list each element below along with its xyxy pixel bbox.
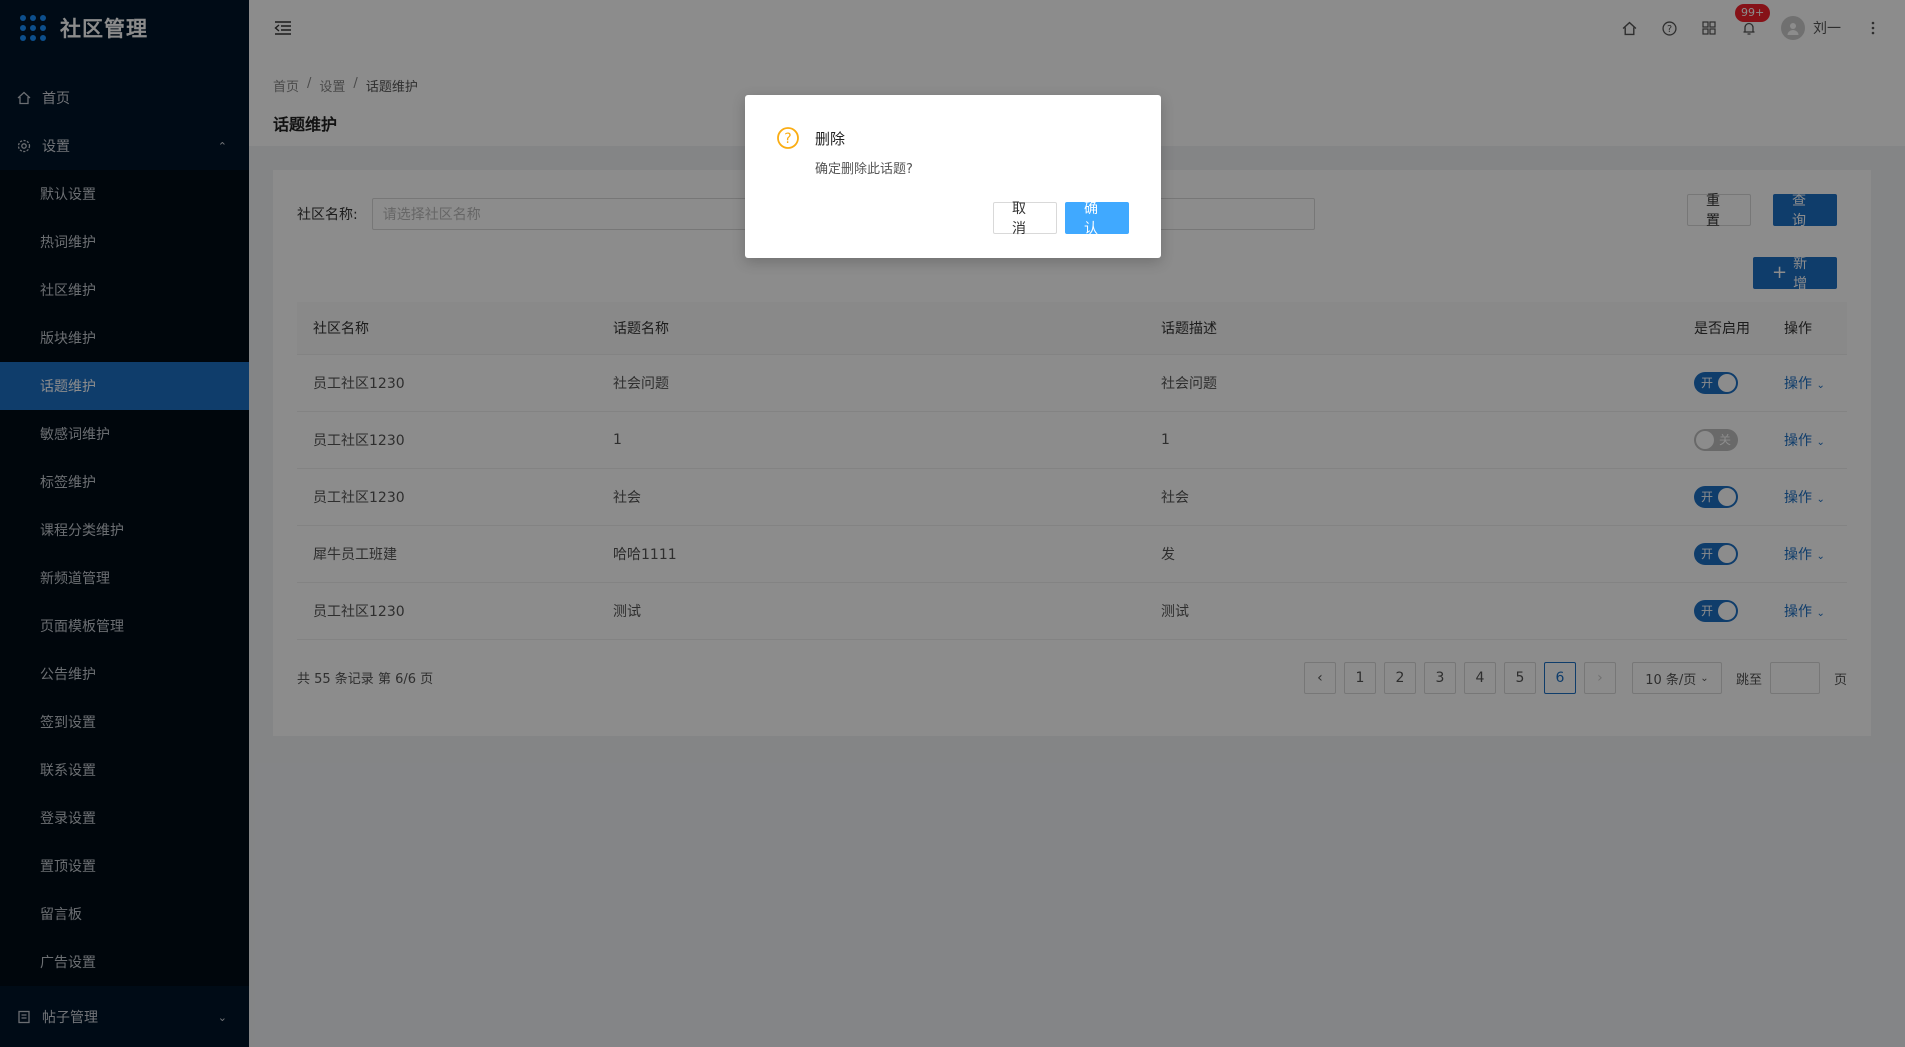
svg-text:?: ?	[784, 131, 791, 147]
confirm-delete-modal: ? 删除 确定删除此话题? 取 消 确 认	[745, 95, 1161, 258]
confirm-button[interactable]: 确 认	[1065, 201, 1129, 237]
modal-content: 确定删除此话题?	[815, 162, 913, 177]
modal-title: 删除	[815, 130, 846, 148]
cancel-button[interactable]: 取 消	[993, 201, 1057, 237]
question-circle-icon: ?	[776, 126, 800, 150]
